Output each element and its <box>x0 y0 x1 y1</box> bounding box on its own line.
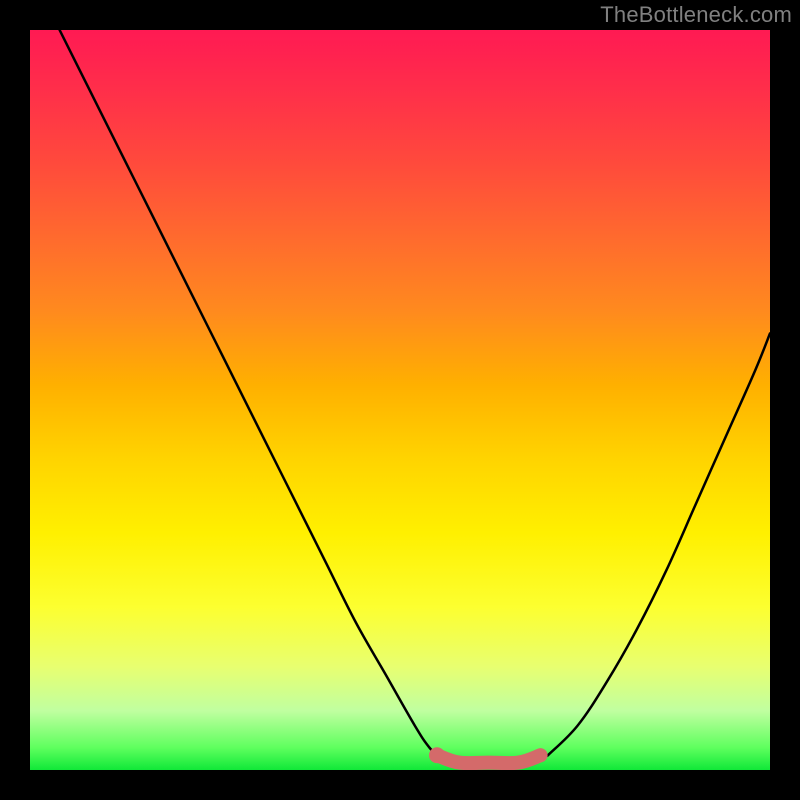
watermark-text: TheBottleneck.com <box>600 2 792 28</box>
valley-highlight-dot <box>429 747 445 763</box>
chart-stage: TheBottleneck.com <box>0 0 800 800</box>
curve-left-branch <box>60 30 445 763</box>
valley-highlight-stroke <box>437 755 541 763</box>
curve-right-branch <box>548 333 770 755</box>
curve-overlay <box>30 30 770 770</box>
